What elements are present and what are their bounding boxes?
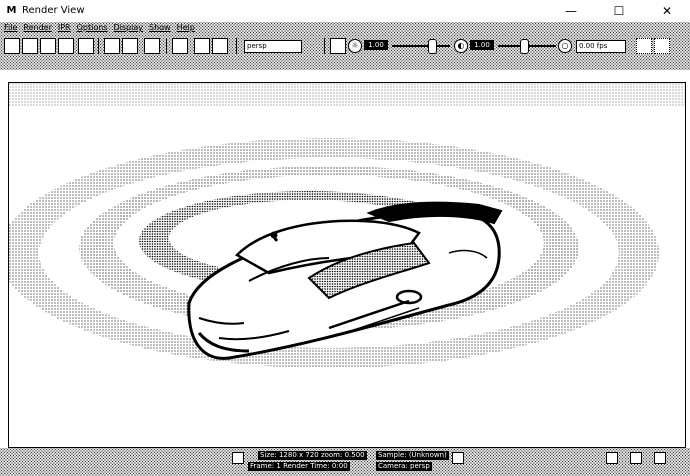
menu-list: File Render IPR Options Display Show Hel… [4,22,195,34]
redo-render-icon[interactable] [4,38,20,54]
status-button-b[interactable] [452,452,464,464]
toolbar-divider [236,38,237,54]
zoom-icon[interactable] [212,38,228,54]
status-frame: Frame: 1 Render Time: 0:00 [248,462,350,471]
menu-item-file[interactable]: File [4,22,17,34]
settings-icon[interactable] [330,38,346,54]
render-viewport[interactable] [8,82,686,448]
contrast-icon: ◐ [454,39,468,53]
toolbar: persp ☼ 1.00 ◐ 1.00 ○ 0.00 fps [0,34,690,58]
keep-image-icon[interactable] [104,38,120,54]
status-button-a[interactable] [232,452,244,464]
remove-image-icon[interactable] [122,38,138,54]
toolbar-strip [0,58,690,70]
display-rgb-icon[interactable] [144,38,160,54]
gamma-slider-thumb[interactable] [520,39,529,54]
app-icon: M [6,5,17,16]
maximize-button[interactable]: ☐ [596,0,642,22]
camera-dropdown[interactable]: persp [244,40,302,53]
exposure-slider-thumb[interactable] [428,39,437,54]
close-button[interactable]: ✕ [644,0,690,22]
alpha-channel-icon[interactable] [172,38,188,54]
menu-item-options[interactable]: Options [77,22,108,34]
menu-item-ipr[interactable]: IPR [58,22,71,34]
frame-icon[interactable] [194,38,210,54]
menu-item-render[interactable]: Render [23,22,51,34]
exposure-value[interactable]: 1.00 [364,40,388,50]
sun-icon: ☼ [348,39,362,53]
menu-item-show[interactable]: Show [149,22,171,34]
status-bar: Size: 1280 x 720 zoom: 0.500 Frame: 1 Re… [0,448,690,476]
snapshot-icon[interactable] [40,38,56,54]
title-bar: M Render View — ☐ ✕ [0,0,690,22]
status-button-d[interactable] [630,452,642,464]
status-sample: Sample: (Unknown) [376,451,449,460]
render-region-icon[interactable] [22,38,38,54]
minimize-button[interactable]: — [548,0,594,22]
gamma-value[interactable]: 1.00 [470,40,494,50]
refresh-icon[interactable] [78,38,94,54]
menu-item-help[interactable]: Help [177,22,195,34]
fps-dropdown[interactable]: 0.00 fps [576,40,626,53]
status-size: Size: 1280 x 720 zoom: 0.500 [258,451,367,460]
toolbar-divider [166,38,167,54]
toolbar-divider [98,38,99,54]
window-title: Render View [22,5,85,16]
render-image [9,83,685,368]
menu-item-display[interactable]: Display [114,22,144,34]
status-button-e[interactable] [654,452,666,464]
next-frame-icon[interactable] [654,38,670,54]
status-camera: Camera: persp [376,462,432,471]
snapshot-circle-icon: ○ [558,39,572,53]
prev-frame-icon[interactable] [636,38,652,54]
toolbar-divider [324,38,325,54]
menu-bar: File Render IPR Options Display Show Hel… [0,22,690,34]
ipr-icon[interactable] [58,38,74,54]
status-button-c[interactable] [606,452,618,464]
exposure-slider-track[interactable] [392,45,450,47]
